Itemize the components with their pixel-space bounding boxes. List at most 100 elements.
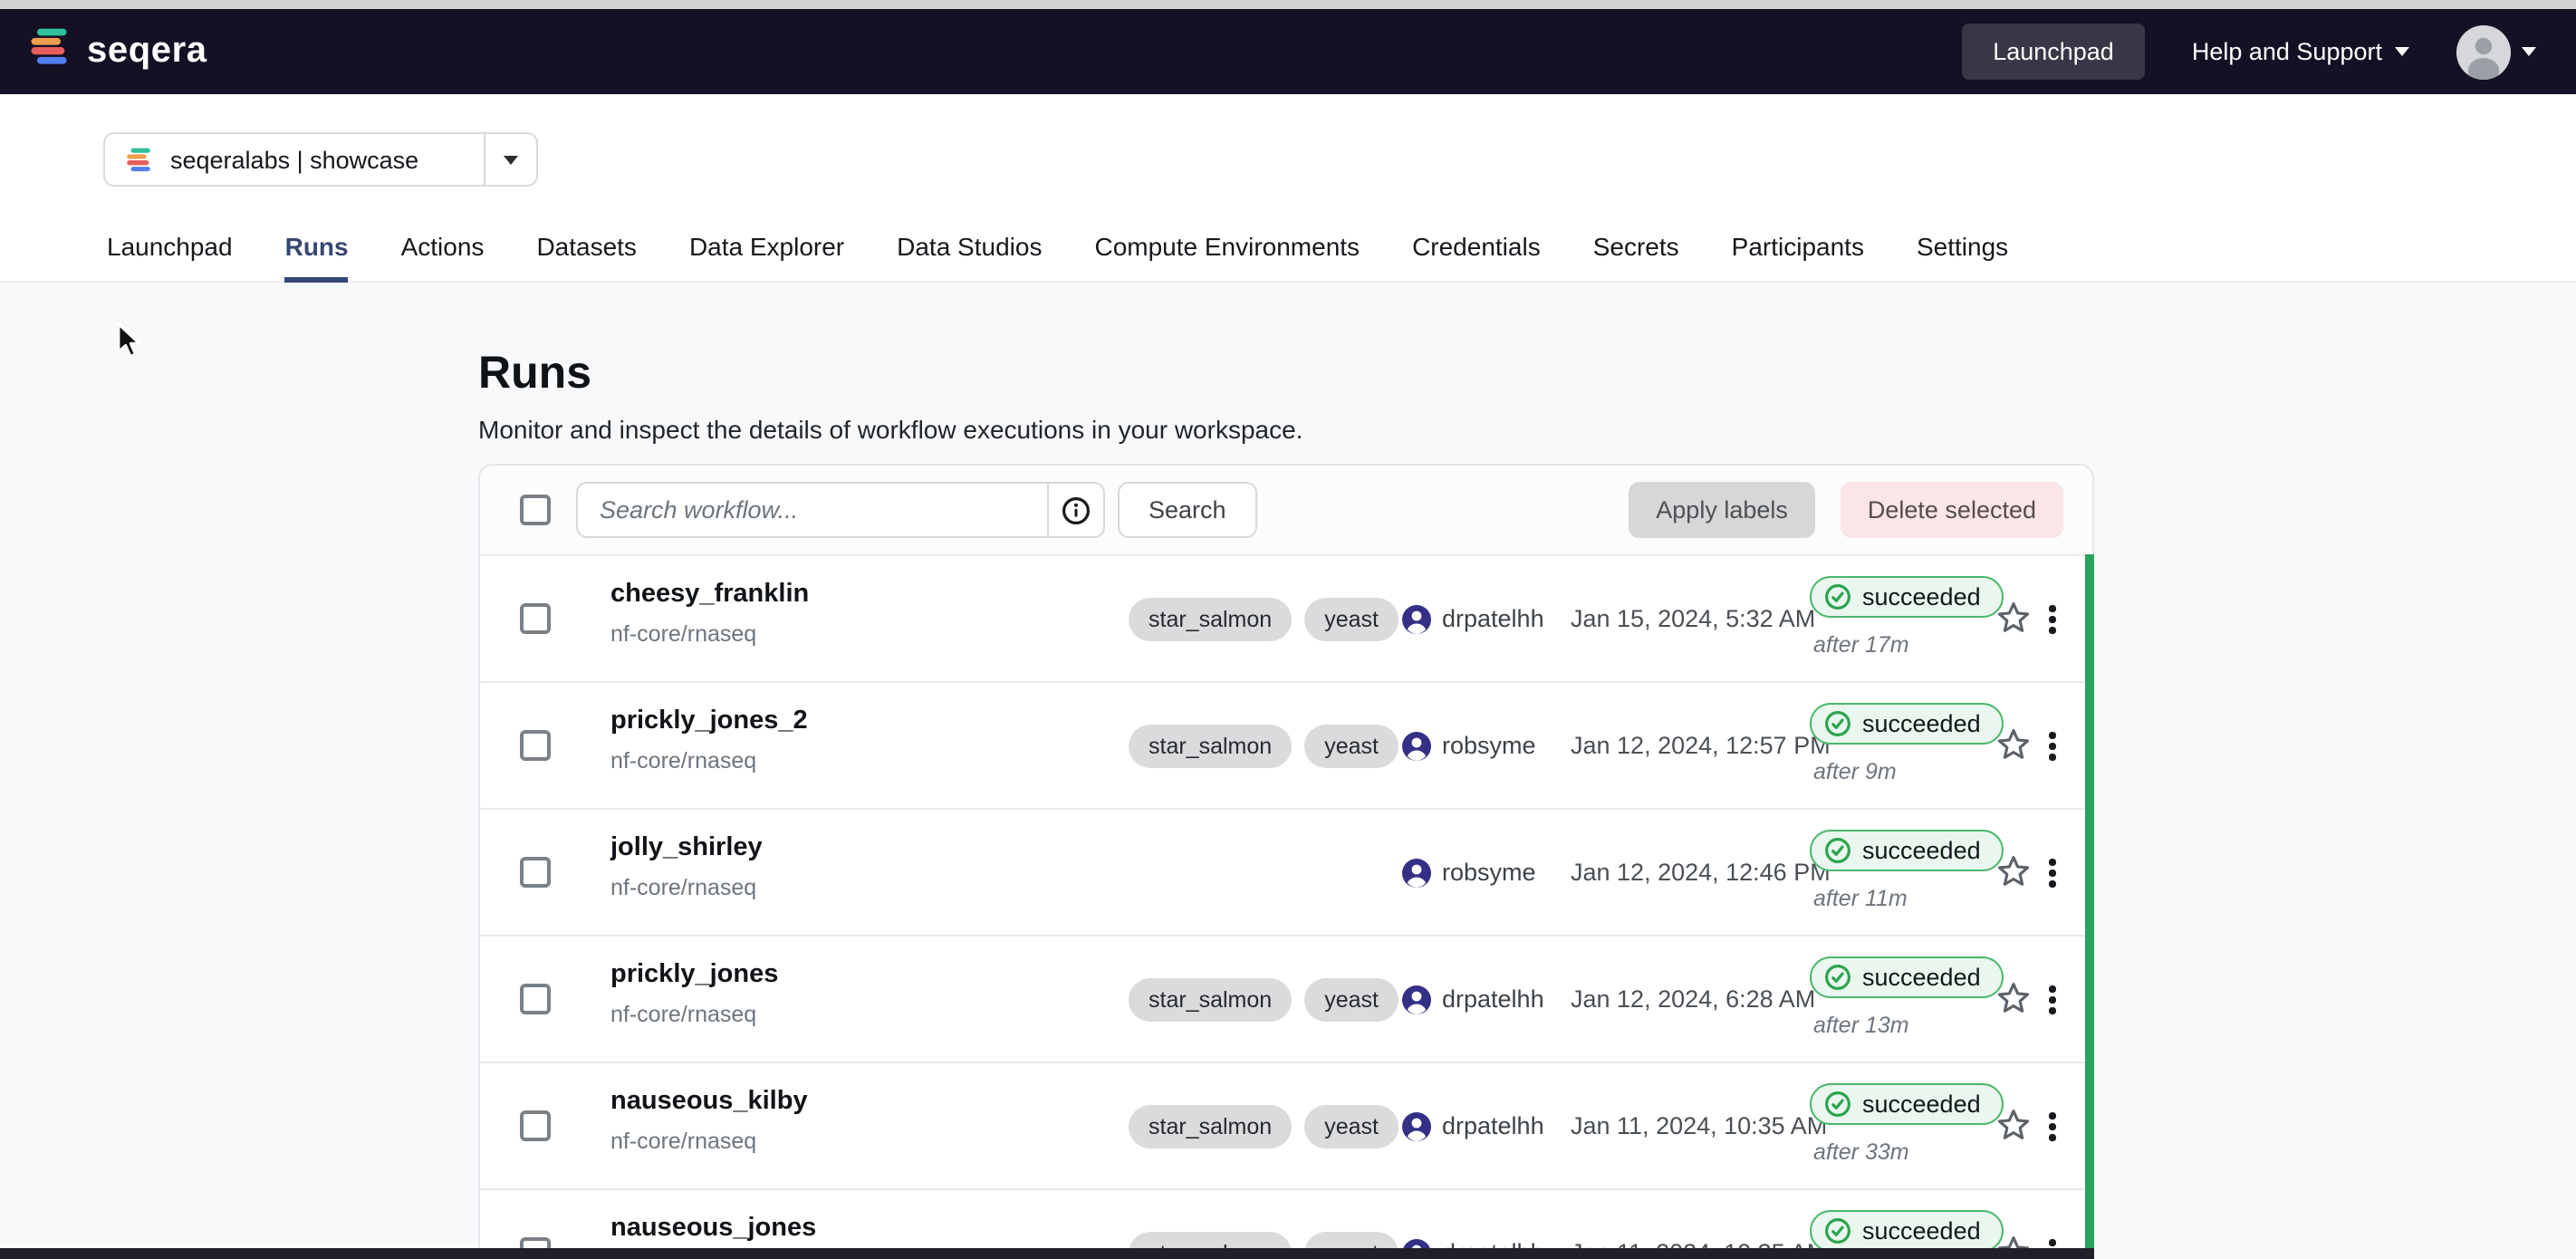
run-label-pill: star_salmon (1129, 1104, 1292, 1148)
tab-credentials[interactable]: Credentials (1412, 232, 1541, 283)
select-all-checkbox[interactable] (520, 495, 551, 525)
search-info-button[interactable] (1047, 484, 1103, 536)
tab-data-studios[interactable]: Data Studios (897, 232, 1042, 283)
run-row: prickly_jonesnf-core/rnaseqstar_salmonye… (480, 935, 2092, 1062)
run-date: Jan 12, 2024, 12:57 PM (1571, 683, 1831, 808)
run-status-block: succeededafter 33m (1810, 1083, 2004, 1165)
run-label-pill: yeast (1304, 597, 1399, 640)
star-icon[interactable] (1994, 726, 2033, 764)
check-circle-icon (1824, 1217, 1851, 1245)
search-field-group (576, 482, 1105, 538)
status-label: succeeded (1862, 583, 1981, 610)
run-duration: after 13m (1813, 1013, 2004, 1038)
kebab-menu-icon[interactable] (2045, 601, 2059, 637)
run-label-pill: yeast (1304, 724, 1399, 767)
run-user: drpatelhh (1402, 937, 1544, 1062)
tab-settings[interactable]: Settings (1917, 232, 2008, 283)
run-checkbox[interactable] (520, 857, 551, 888)
star-icon[interactable] (1994, 1107, 2033, 1145)
status-badge: succeeded (1810, 1210, 2004, 1252)
status-label: succeeded (1862, 1091, 1981, 1118)
chevron-down-icon (2395, 47, 2409, 56)
user-circle-icon (1402, 604, 1431, 633)
status-label: succeeded (1862, 710, 1981, 737)
run-date: Jan 12, 2024, 6:28 AM (1571, 937, 1815, 1062)
tab-compute-environments[interactable]: Compute Environments (1094, 232, 1360, 283)
seqera-logo[interactable]: seqera (25, 24, 207, 80)
run-label-pill: star_salmon (1129, 724, 1292, 767)
run-user: robsyme (1402, 683, 1536, 808)
run-pipeline: nf-core/rnaseq (610, 621, 809, 647)
page-subtitle: Monitor and inspect the details of workf… (478, 415, 1302, 444)
help-and-support-label: Help and Support (2192, 38, 2382, 65)
run-duration: after 11m (1813, 886, 2004, 911)
tab-runs[interactable]: Runs (285, 232, 349, 283)
run-row: prickly_jones_2nf-core/rnaseq star_salmon… (480, 681, 2092, 808)
kebab-menu-icon[interactable] (2045, 982, 2059, 1017)
run-name-link[interactable]: nauseous_kilby (610, 1087, 808, 1116)
run-name-block: prickly_jones_2nf-core/rnaseq (610, 706, 808, 774)
seqera-runs-page: seqera Launchpad Help and Support (0, 0, 2576, 1259)
avatar (2456, 24, 2511, 79)
run-name-link[interactable]: prickly_jones_2 (610, 706, 808, 735)
tab-secrets[interactable]: Secrets (1593, 232, 1679, 283)
workspace-name: seqeralabs | showcase (170, 146, 418, 173)
run-pipeline: nf-core/rnaseq (610, 1129, 808, 1154)
help-and-support-menu[interactable]: Help and Support (2192, 38, 2409, 65)
user-circle-icon (1402, 985, 1431, 1014)
kebab-menu-icon[interactable] (2045, 1109, 2059, 1144)
star-icon[interactable] (1994, 980, 2033, 1018)
search-input[interactable] (578, 484, 1047, 536)
run-date: Jan 11, 2024, 10:35 AM (1571, 1063, 1827, 1188)
run-user-name: drpatelhh (1442, 605, 1544, 632)
mouse-cursor (116, 322, 143, 360)
run-name-link[interactable]: jolly_shirley (610, 833, 763, 862)
workspace-selector[interactable]: seqeralabs | showcase (103, 132, 538, 187)
delete-selected-button[interactable]: Delete selected (1841, 482, 2063, 538)
check-circle-icon (1824, 583, 1851, 610)
run-row: nauseous_kilbynf-core/rnaseqstar_salmony… (480, 1062, 2092, 1188)
run-checkbox[interactable] (520, 984, 551, 1014)
run-pipeline: nf-core/rnaseq (610, 875, 763, 900)
user-circle-icon (1402, 731, 1431, 760)
run-name-link[interactable]: prickly_jones (610, 960, 778, 989)
info-icon (1062, 495, 1091, 524)
kebab-menu-icon[interactable] (2045, 728, 2059, 764)
tab-datasets[interactable]: Datasets (536, 232, 637, 283)
star-icon[interactable] (1994, 600, 2033, 638)
star-icon[interactable] (1994, 853, 2033, 891)
run-name-link[interactable]: nauseous_jones (610, 1214, 816, 1243)
kebab-menu-icon[interactable] (2045, 855, 2059, 890)
run-checkbox[interactable] (520, 730, 551, 761)
tab-actions[interactable]: Actions (401, 232, 485, 283)
run-name-block: nauseous_kilby nf-core/rnaseq (610, 1087, 808, 1154)
apply-labels-button[interactable]: Apply labels (1629, 482, 1815, 538)
run-user-name: drpatelhh (1442, 1112, 1544, 1139)
table-status-green-bar (2085, 554, 2094, 1259)
run-checkbox[interactable] (520, 1110, 551, 1141)
run-checkbox[interactable] (520, 603, 551, 634)
status-label: succeeded (1862, 964, 1981, 991)
user-menu[interactable] (2456, 24, 2536, 79)
tab-participants[interactable]: Participants (1732, 232, 1864, 283)
run-label-pill: yeast (1304, 977, 1399, 1021)
run-labels: star_salmon yeast (1129, 683, 1399, 808)
run-name-block: prickly_jonesnf-core/rnaseq (610, 960, 778, 1027)
launchpad-button[interactable]: Launchpad (1962, 24, 2145, 80)
run-name-block: cheesy_franklin nf-core/rnaseq (610, 580, 809, 647)
run-name-link[interactable]: cheesy_franklin (610, 580, 809, 609)
bottom-edge-strip (0, 1248, 2094, 1259)
check-circle-icon (1824, 710, 1851, 737)
run-row: cheesy_franklin nf-core/rnaseq star_salmon… (480, 556, 2092, 681)
run-user-name: robsyme (1442, 732, 1536, 759)
tab-data-explorer[interactable]: Data Explorer (689, 232, 844, 283)
run-labels: star_salmonyeast (1129, 556, 1399, 681)
status-label: succeeded (1862, 1217, 1981, 1245)
top-navbar: seqera Launchpad Help and Support (0, 9, 2576, 94)
check-circle-icon (1824, 837, 1851, 864)
run-user: drpatelhh (1402, 1063, 1544, 1188)
workspace-dropdown-toggle[interactable] (485, 155, 536, 164)
tab-launchpad[interactable]: Launchpad (107, 232, 233, 283)
runs-toolbar: Search Apply labels Delete selected (480, 466, 2092, 556)
search-button[interactable]: Search (1118, 482, 1257, 538)
